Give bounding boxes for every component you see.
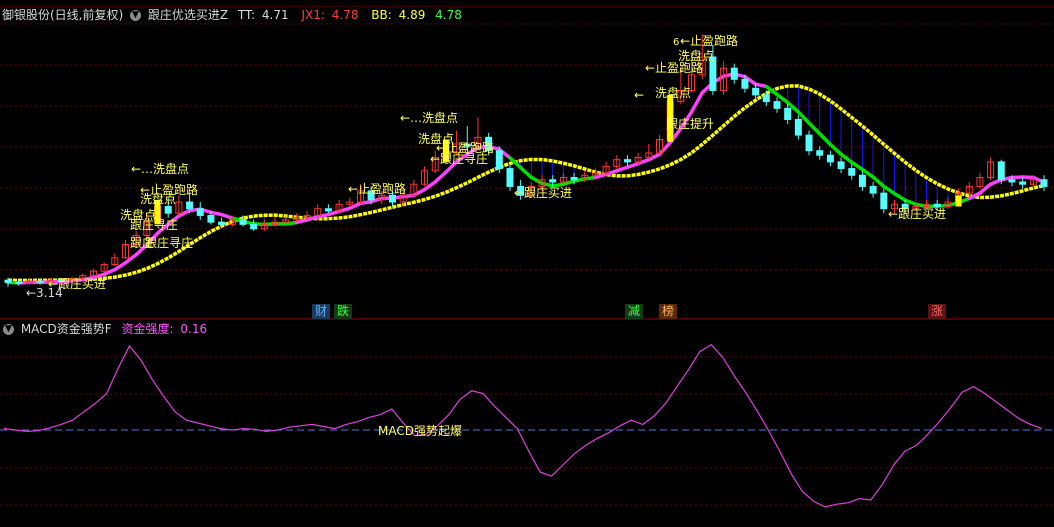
candle-body [570,177,578,181]
ma-line-segment [689,90,704,114]
ma-line-segment [422,180,437,192]
candle-body [15,281,23,284]
ma-line-segment [807,121,822,136]
event-badge[interactable]: 减 [625,304,644,319]
ma-line-segment [412,187,427,198]
candle-body [186,201,194,210]
ma-line-segment [882,184,897,196]
find-signal-label: 跟庄寻庄 [130,217,178,232]
candle-body [762,94,770,103]
boost-signal-label: 跟庄提升 [666,116,714,131]
candle-body [623,159,631,163]
candle-body [816,150,824,156]
candle-body [549,179,557,183]
candle-body [784,107,792,120]
candle-body [752,87,760,96]
candle-body [218,221,226,225]
candle-body [837,161,845,170]
signal-candle [955,195,962,207]
candle-body [826,154,834,163]
candle-body [36,280,44,283]
strength-value: 0.16 [180,322,208,336]
ma-line-segment [433,170,448,184]
candle-body [1040,179,1048,187]
ma-line-segment [839,152,854,165]
wash-signal-label: 洗盘点 [678,48,714,63]
candle-body [997,161,1005,181]
buy-signal-label: ←跟庄买进 [514,185,572,200]
count-label: 6 [673,37,679,48]
candle-body [495,150,503,170]
macd-signal-label: MACD强势起爆 [378,424,462,438]
buy-signal-label: ←跟庄买进 [48,276,106,291]
candle-body [506,168,514,187]
candle-body [324,208,332,212]
buy-signal-label: ←跟庄买进 [888,206,946,221]
candle-body [869,185,877,194]
profit-signal-label: ←止盈跑路 [680,33,738,48]
ma-line-segment [529,175,544,186]
event-badge[interactable]: 榜 [659,304,678,319]
candle-body [773,101,781,109]
sub-chart-header: ▼ MACD资金强势F 资金强度: 0.16 [0,321,207,337]
candle-body [250,223,258,230]
candle-body [858,174,866,187]
wash-signal-label: 洗盘点 [655,85,691,100]
strength-label: 资金强度: [121,322,174,336]
candle-body [239,219,247,225]
candle-body [388,194,396,203]
candle-body [196,208,204,216]
chevron-down-icon[interactable]: ▼ [3,324,14,335]
candle-body [848,168,856,176]
ma-line-segment [828,142,843,157]
wash-signal-label: 洗盘点 [140,191,176,206]
candle-body [794,118,802,136]
wash-signal-label: ← [634,88,644,102]
candle-body [730,67,738,80]
candle-body [1008,179,1016,183]
ma-line-segment [123,252,138,265]
find-signal-label: ←跟庄寻庄 [430,151,488,166]
event-badge[interactable]: 财 [312,304,331,319]
candle-body [880,192,888,210]
candle-body [164,206,172,214]
candle-body [207,214,215,223]
ma-line-segment [892,191,907,203]
macd-strength-line [3,343,1043,508]
event-badge[interactable]: 涨 [928,304,947,319]
ma-line-segment [113,260,128,272]
candle-body [741,78,749,89]
ma-line-segment [978,182,993,195]
profit-signal-label: ←止盈跑路 [348,181,406,196]
wash-signal-label: ←…洗盘点 [400,110,458,125]
ma-line-segment [871,175,886,189]
candle-body [4,279,12,283]
ma-line-segment [817,132,833,147]
wash-signal-label: ←…洗盘点 [131,161,189,176]
candlestick-chart[interactable]: ←3.14←跟庄买进←…洗盘点←止盈跑路洗盘点洗盘点跟庄寻庄跟庄跟庄寻庄←止盈跑… [0,0,1054,527]
ma-line-segment [518,165,534,180]
find-signal-label: 跟庄寻庄 [145,235,193,250]
candle-body [805,134,813,152]
event-badge[interactable]: 跌 [334,304,353,319]
candle-body [1019,181,1027,185]
sub-title[interactable]: MACD资金强势F [21,322,112,336]
